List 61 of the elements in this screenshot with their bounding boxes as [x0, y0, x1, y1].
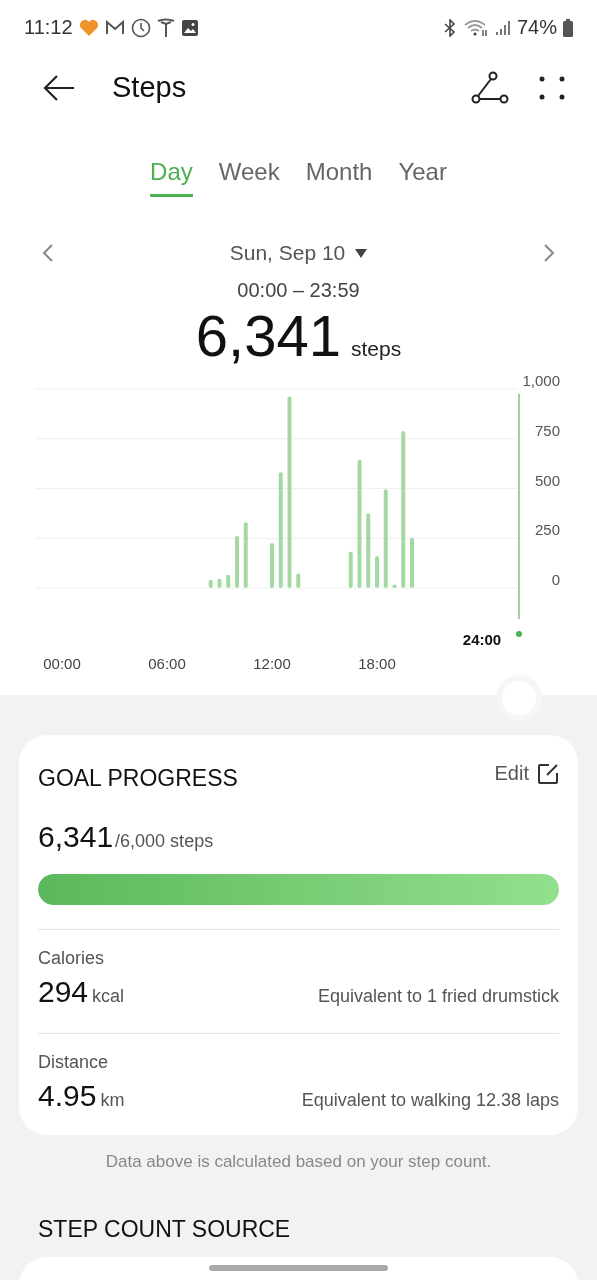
axis-label: 0	[551, 571, 560, 588]
mail-icon	[104, 19, 125, 36]
image-icon	[180, 18, 199, 37]
goal-target: /6,000 steps	[115, 831, 214, 852]
chevron-left-icon	[42, 243, 54, 263]
clock-icon	[130, 17, 151, 38]
step-unit: steps	[350, 337, 402, 361]
edit-icon	[537, 762, 559, 785]
bluetooth-icon	[442, 18, 457, 37]
chart-bar	[226, 574, 231, 588]
period-tab[interactable]: Week	[218, 154, 280, 197]
axis-label: 00:00	[43, 655, 81, 672]
battery-icon	[563, 18, 573, 37]
scrubber-dot	[516, 631, 522, 637]
edit-label: Edit	[494, 762, 529, 785]
axis-label: 750	[534, 421, 560, 439]
chart-bar	[243, 522, 248, 588]
chart-bar	[296, 573, 301, 588]
date-label: Sun, Sep 10	[229, 241, 346, 265]
goal-value: 6,341	[38, 820, 114, 854]
card-title: GOAL PROGRESS	[38, 765, 238, 792]
dropdown-triangle-icon	[355, 248, 368, 258]
axis-label: 1,000	[522, 372, 560, 389]
chart-bar	[235, 536, 239, 588]
chart-bar	[410, 537, 414, 588]
metric-value: 294	[38, 975, 89, 1009]
axis-label: 18:00	[358, 655, 396, 672]
chevron-right-icon	[543, 243, 555, 263]
chart-bar	[208, 579, 213, 588]
axis-label: 500	[534, 471, 560, 489]
t-logo-icon	[156, 17, 175, 38]
section-title: STEP COUNT SOURCE	[38, 1216, 292, 1243]
metric-label: Calories	[38, 948, 106, 969]
metric-note: Equivalent to 1 fried drumstick	[317, 986, 559, 1007]
scrubber-time: 24:00	[462, 631, 502, 648]
signal-icon	[494, 19, 511, 36]
chart-bar	[375, 555, 379, 588]
chart-bar	[217, 578, 222, 588]
chart-bar	[348, 551, 353, 588]
metric-unit: km	[100, 1090, 125, 1111]
metric-value: 4.95	[38, 1079, 97, 1113]
date-selector[interactable]: Sun, Sep 10	[223, 240, 374, 266]
wifi-icon	[462, 18, 489, 37]
page-title: Steps	[112, 71, 188, 104]
axis-label: 06:00	[148, 655, 186, 672]
battery-level: 74%	[516, 16, 557, 39]
metric-unit: kcal	[92, 986, 125, 1007]
metric-note: Equivalent to walking 12.38 laps	[301, 1090, 559, 1111]
axis-label: 250	[534, 521, 560, 539]
heart-icon	[78, 18, 99, 37]
period-tab[interactable]: Month	[305, 154, 373, 197]
edit-button[interactable]: Edit	[494, 762, 559, 785]
time-range: 00:00 – 23:59	[236, 279, 361, 302]
period-tab[interactable]: Year	[398, 154, 447, 197]
chart-bar	[270, 543, 274, 588]
axis-label: 12:00	[253, 655, 291, 672]
step-total: 6,341	[195, 302, 341, 369]
footnote: Data above is calculated based on your step count.	[104, 1152, 493, 1172]
metric-label: Distance	[38, 1052, 110, 1073]
status-time: 11:12	[24, 16, 73, 39]
chart-bar	[392, 584, 397, 588]
